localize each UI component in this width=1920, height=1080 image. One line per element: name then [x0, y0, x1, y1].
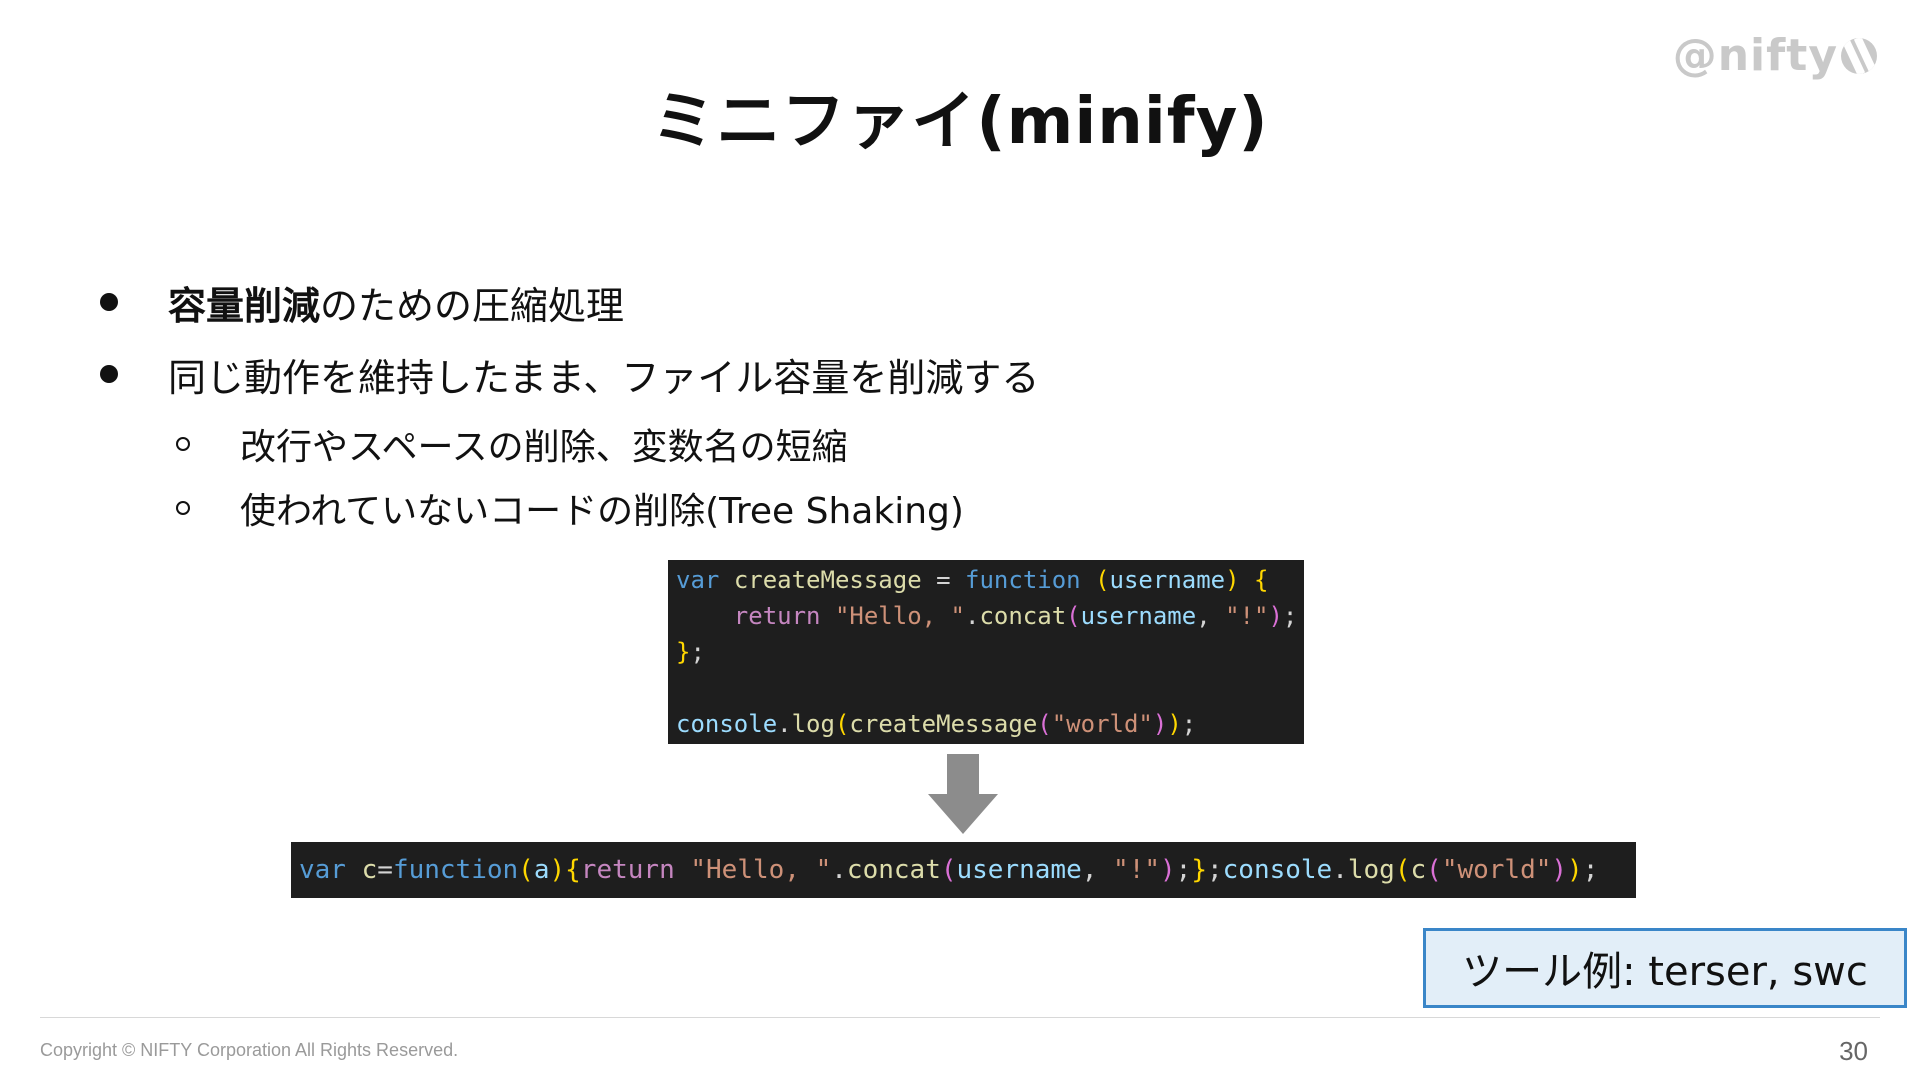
code-token: function	[965, 566, 1081, 594]
code-token: concat	[979, 602, 1067, 630]
code-token: )	[1152, 710, 1168, 738]
code-token: ;	[1206, 855, 1223, 885]
code-token: var	[299, 855, 346, 885]
tool-example-box: ツール例: terser, swc	[1423, 928, 1907, 1008]
code-token: "!"	[1113, 855, 1161, 885]
code-token: username	[1080, 602, 1197, 630]
code-token: c	[1410, 855, 1427, 885]
code-token: =	[936, 566, 951, 594]
code-token: )	[1567, 855, 1583, 885]
sub-bullet-item: 改行やスペースの削除、変数名の短縮	[176, 416, 1039, 472]
code-token: (	[1095, 566, 1110, 594]
code-token: c	[361, 855, 378, 885]
bullet-text: 同じ動作を維持したまま、ファイル容量を削減する	[168, 355, 1040, 400]
bullet-text: 容量削減のための圧縮処理	[168, 275, 624, 330]
bullet-item: 同じ動作を維持したまま、ファイル容量を削減する	[100, 344, 1039, 404]
code-token: (	[940, 855, 957, 885]
bullet-dot-icon	[100, 293, 118, 311]
code-token: )	[1225, 566, 1240, 594]
code-token: )	[1551, 855, 1568, 885]
code-token: (	[1066, 602, 1081, 630]
code-token: )	[1268, 602, 1283, 630]
code-token: .	[777, 710, 792, 738]
code-token: .	[1332, 855, 1348, 885]
code-line: var createMessage = function (username) …	[676, 562, 1296, 598]
code-line: };	[676, 634, 1296, 670]
code-token: (	[834, 710, 850, 738]
copyright-text: Copyright © NIFTY Corporation All Rights…	[40, 1040, 459, 1060]
code-token: (	[1426, 855, 1442, 885]
nifty-mark-icon	[1841, 37, 1877, 74]
code-token: )	[1167, 710, 1182, 738]
bullet-list: 容量削減のための圧縮処理 同じ動作を維持したまま、ファイル容量を削減する 改行や…	[100, 272, 1039, 544]
code-after: var c=function(a){return "Hello, ".conca…	[291, 842, 1636, 898]
bullet-ring-icon	[176, 437, 190, 451]
code-token: console	[676, 710, 778, 738]
sub-bullet-text: 使われていないコードの削除(Tree Shaking)	[240, 491, 964, 532]
code-token: username	[1109, 566, 1226, 594]
code-token: return	[580, 855, 675, 885]
code-token: (	[518, 855, 534, 885]
code-token: ;	[1582, 855, 1599, 885]
code-token: ,	[1081, 855, 1098, 885]
bullet-dot-icon	[100, 365, 118, 383]
code-token: a	[533, 855, 550, 885]
code-token: }	[676, 638, 691, 666]
code-before: var createMessage = function (username) …	[668, 560, 1304, 744]
code-token: {	[1254, 566, 1269, 594]
code-token: {	[565, 855, 581, 885]
code-token: concat	[846, 855, 941, 885]
code-token: "world"	[1051, 710, 1153, 738]
footer-divider	[40, 1017, 1880, 1018]
code-token: }	[1191, 855, 1207, 885]
code-token: )	[1160, 855, 1176, 885]
code-token: log	[1347, 855, 1395, 885]
code-token: log	[791, 710, 835, 738]
code-token: "world"	[1441, 855, 1552, 885]
code-token: (	[1394, 855, 1411, 885]
bullet-ring-icon	[176, 501, 190, 515]
code-token: "Hello, "	[834, 602, 965, 630]
code-line: return "Hello, ".concat(username, "!");	[676, 598, 1298, 634]
bullet-item: 容量削減のための圧縮処理	[100, 272, 1039, 332]
code-token: (	[1037, 710, 1052, 738]
code-token: var	[676, 566, 720, 594]
code-token: "Hello, "	[690, 855, 832, 885]
code-token: username	[956, 855, 1082, 885]
tool-example-text: ツール例: terser, swc	[1462, 949, 1868, 995]
code-token: )	[549, 855, 566, 885]
page-number: 30	[1839, 1036, 1868, 1066]
sub-bullet-item: 使われていないコードの削除(Tree Shaking)	[176, 480, 1039, 536]
code-token: .	[831, 855, 847, 885]
code-token: .	[965, 602, 980, 630]
code-token: ;	[690, 638, 705, 666]
code-token: ;	[1282, 602, 1298, 630]
code-token: =	[377, 855, 393, 885]
sub-bullet-text: 改行やスペースの削除、変数名の短縮	[240, 427, 848, 468]
code-token: "!"	[1225, 602, 1269, 630]
bullet-rest-text: のための圧縮処理	[320, 283, 625, 328]
code-token: ,	[1196, 602, 1211, 630]
bullet-bold-text: 容量削減	[168, 283, 321, 328]
code-token: ;	[1181, 710, 1197, 738]
code-token: function	[392, 855, 519, 885]
code-token: ;	[1175, 855, 1192, 885]
code-token: return	[733, 602, 821, 630]
code-token: createMessage	[849, 710, 1038, 738]
down-arrow-icon	[928, 754, 998, 834]
code-line: console.log(createMessage("world"));	[676, 706, 1296, 742]
slide-title: ミニファイ(minify)	[651, 85, 1269, 159]
code-token: createMessage	[733, 566, 922, 594]
code-token: console	[1222, 855, 1333, 885]
